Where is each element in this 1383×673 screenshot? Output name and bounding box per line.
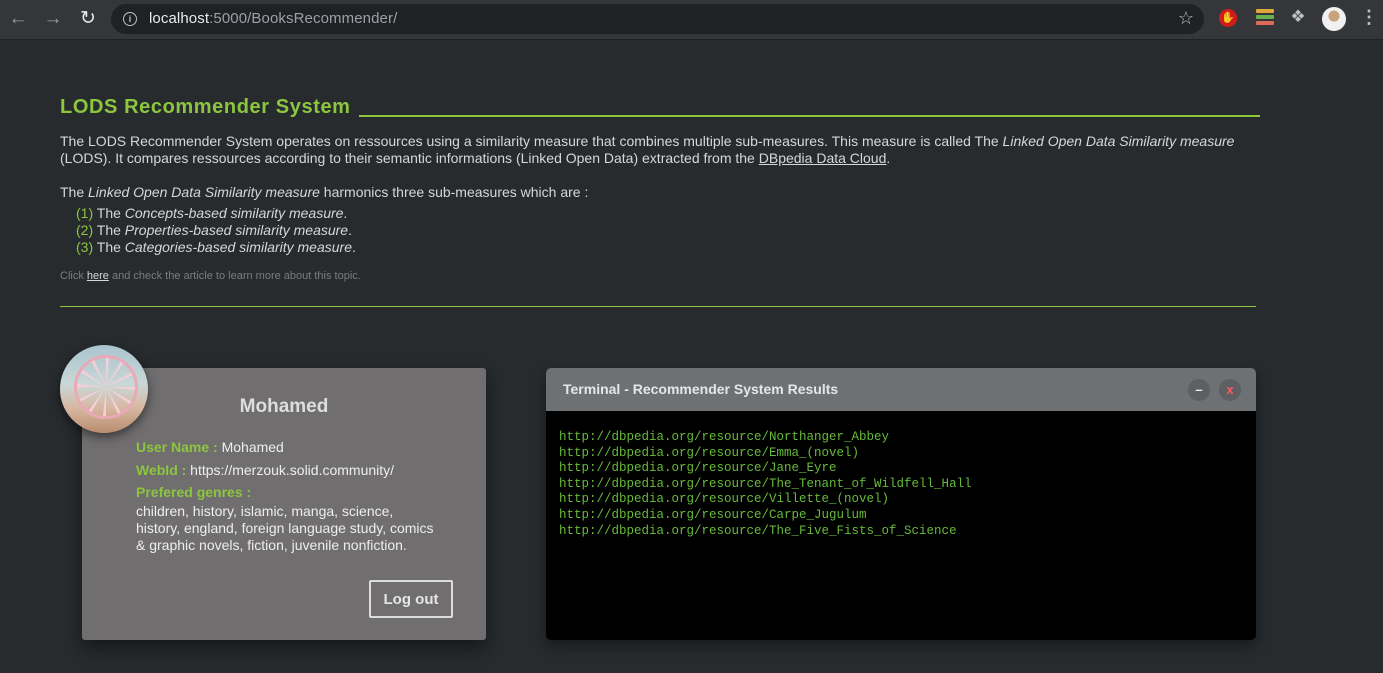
terminal-window: Terminal - Recommender System Results – … xyxy=(546,368,1256,640)
dbpedia-link[interactable]: DBpedia Data Cloud xyxy=(759,150,887,166)
username-label: User Name : xyxy=(136,439,218,455)
webid-row: WebId : https://merzouk.solid.community/ xyxy=(136,462,394,478)
measure-prefix: The xyxy=(93,222,125,238)
list-item: (2) The Properties-based similarity meas… xyxy=(76,222,356,239)
username-row: User Name : Mohamed xyxy=(136,439,284,455)
section-header: LODS Recommender System xyxy=(60,94,1260,118)
intro-paragraph: The LODS Recommender System operates on … xyxy=(60,133,1265,167)
intro-text-2: (LODS). It compares ressources according… xyxy=(60,150,759,166)
measure-prefix: The xyxy=(93,239,125,255)
avatar xyxy=(60,345,148,433)
harm-text-2: harmonics three sub-measures which are : xyxy=(319,184,589,200)
article-note: Click here and check the article to lear… xyxy=(60,270,361,282)
title-underline xyxy=(358,115,1260,117)
adblock-icon[interactable]: ✋ xyxy=(1219,9,1237,27)
result-line[interactable]: http://dbpedia.org/resource/The_Five_Fis… xyxy=(559,524,972,540)
result-line[interactable]: http://dbpedia.org/resource/Emma_(novel) xyxy=(559,446,972,462)
result-line[interactable]: http://dbpedia.org/resource/The_Tenant_o… xyxy=(559,477,972,493)
puzzle-icon[interactable]: ❖ xyxy=(1289,8,1307,26)
webid-label: WebId : xyxy=(136,462,187,478)
address-bar[interactable]: i localhost:5000/BooksRecommender/ ☆ xyxy=(111,4,1204,34)
divider xyxy=(60,306,1256,307)
forward-icon[interactable]: → xyxy=(42,8,64,30)
harm-emphasis: Linked Open Data Similarity measure xyxy=(88,184,320,200)
note-suffix: and check the article to learn more abou… xyxy=(108,270,361,282)
logout-button[interactable]: Log out xyxy=(369,580,453,618)
extension-stack-icon[interactable] xyxy=(1256,9,1274,27)
terminal-output: http://dbpedia.org/resource/Northanger_A… xyxy=(559,430,972,539)
intro-emphasis: Linked Open Data Similarity measure xyxy=(1002,133,1235,149)
page-title: LODS Recommender System xyxy=(60,96,351,118)
result-line[interactable]: http://dbpedia.org/resource/Villette_(no… xyxy=(559,492,972,508)
result-line[interactable]: http://dbpedia.org/resource/Carpe_Jugulu… xyxy=(559,508,972,524)
terminal-title: Terminal - Recommender System Results xyxy=(563,381,839,397)
genres-row: Prefered genres : xyxy=(136,484,251,500)
close-button[interactable]: x xyxy=(1219,379,1241,401)
list-item: (3) The Categories-based similarity meas… xyxy=(76,239,356,256)
minimize-button[interactable]: – xyxy=(1188,379,1210,401)
article-link[interactable]: here xyxy=(87,270,109,282)
genres-label: Prefered genres : xyxy=(136,484,252,500)
harm-text-1: The xyxy=(60,184,89,200)
measure-suffix: . xyxy=(351,239,356,255)
webid-value: https://merzouk.solid.community/ xyxy=(186,462,395,478)
measure-suffix: . xyxy=(348,222,352,238)
profile-icon[interactable] xyxy=(1322,7,1346,31)
measure-number: (1) xyxy=(76,205,94,221)
measure-number: (2) xyxy=(76,222,94,238)
back-icon[interactable]: ← xyxy=(7,8,29,30)
intro-text-1: The LODS Recommender System operates on … xyxy=(60,133,1003,149)
genres-value: children, history, islamic, manga, scien… xyxy=(136,503,434,553)
measure-suffix: . xyxy=(343,205,348,221)
ferris-wheel-image xyxy=(74,355,138,419)
username-value: Mohamed xyxy=(217,439,284,455)
result-line[interactable]: http://dbpedia.org/resource/Jane_Eyre xyxy=(559,461,972,477)
list-item: (1) The Concepts-based similarity measur… xyxy=(76,205,356,222)
intro-text-3: . xyxy=(886,150,891,166)
star-icon[interactable]: ☆ xyxy=(1178,8,1194,29)
measure-prefix: The xyxy=(93,205,125,221)
info-icon[interactable]: i xyxy=(123,12,137,26)
result-line[interactable]: http://dbpedia.org/resource/Northanger_A… xyxy=(559,430,972,446)
terminal-titlebar: Terminal - Recommender System Results – … xyxy=(546,368,1256,411)
measure-name: Concepts-based similarity measure xyxy=(124,205,344,221)
note-prefix: Click xyxy=(60,270,87,282)
menu-icon[interactable]: ⋮ xyxy=(1360,6,1378,27)
measure-name: Categories-based similarity measure xyxy=(124,239,352,255)
measure-number: (3) xyxy=(76,239,94,255)
browser-toolbar: ← → ↻ i localhost:5000/BooksRecommender/… xyxy=(0,0,1383,40)
url-text[interactable]: localhost:5000/BooksRecommender/ xyxy=(149,10,397,27)
measure-name: Properties-based similarity measure xyxy=(124,222,349,238)
reload-icon[interactable]: ↻ xyxy=(77,8,99,30)
measures-list: (1) The Concepts-based similarity measur… xyxy=(76,205,356,256)
harmonics-text: The Linked Open Data Similarity measure … xyxy=(60,184,588,201)
